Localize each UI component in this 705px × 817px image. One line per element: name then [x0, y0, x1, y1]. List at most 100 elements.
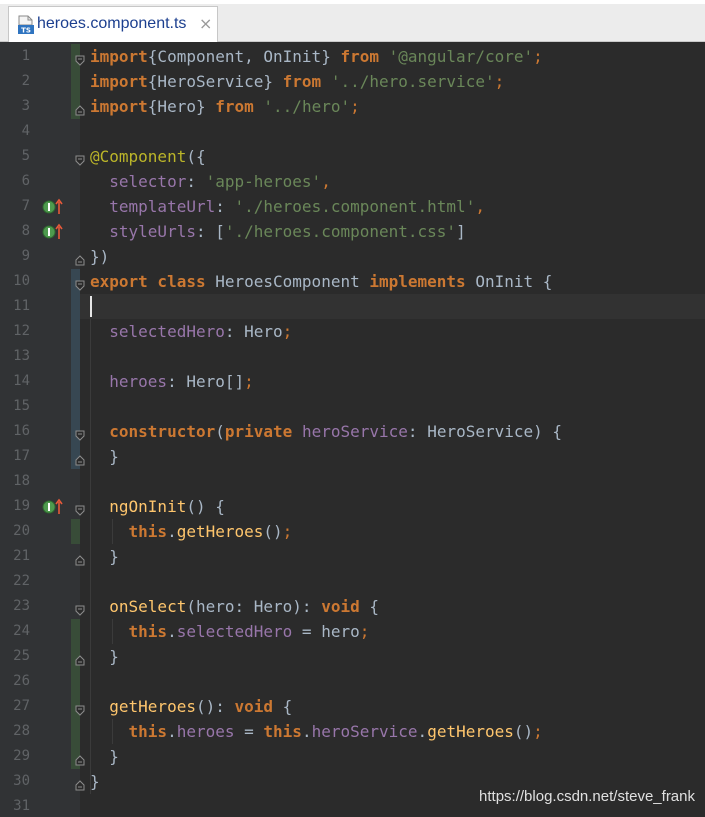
- fold-open-icon[interactable]: [75, 51, 85, 66]
- code-line[interactable]: }): [90, 244, 109, 269]
- code-token: constructor: [109, 422, 216, 441]
- code-token: ;: [533, 47, 543, 66]
- implements-override-icon[interactable]: [42, 198, 64, 216]
- fold-close-icon[interactable]: [75, 751, 85, 766]
- line-number: 26: [13, 673, 30, 689]
- line-number: 23: [13, 598, 30, 614]
- fold-close-icon[interactable]: [75, 776, 85, 791]
- code-token: void: [234, 697, 274, 716]
- line-number: 2: [21, 73, 30, 89]
- code-line[interactable]: import{Component, OnInit} from '@angular…: [90, 44, 543, 69]
- fold-open-icon[interactable]: [75, 151, 85, 166]
- fold-close-icon[interactable]: [75, 251, 85, 266]
- line-number: 11: [13, 298, 30, 314]
- line-number: 10: [13, 273, 30, 289]
- code-token: : HeroService) {: [407, 422, 563, 441]
- line-number: 19: [13, 498, 30, 514]
- code-token: (hero: Hero):: [186, 597, 322, 616]
- code-line[interactable]: import{HeroService} from '../hero.servic…: [90, 69, 504, 94]
- code-token: .: [167, 522, 177, 541]
- fold-open-icon[interactable]: [75, 601, 85, 616]
- code-token: implements: [369, 272, 466, 291]
- line-number: 24: [13, 623, 30, 639]
- code-token: import: [90, 72, 148, 91]
- line-number: 8: [21, 223, 30, 239]
- code-token: selectedHero: [109, 322, 225, 341]
- code-line[interactable]: }: [90, 769, 100, 794]
- line-number: 31: [13, 798, 30, 814]
- fold-open-icon[interactable]: [75, 276, 85, 291]
- code-token: .: [301, 722, 312, 741]
- code-line[interactable]: }: [90, 544, 119, 569]
- code-token: }: [90, 772, 100, 791]
- code-token: ({: [186, 147, 206, 166]
- code-token: {: [359, 597, 379, 616]
- implements-override-icon[interactable]: [42, 223, 64, 241]
- code-token: .: [417, 722, 428, 741]
- fold-close-icon[interactable]: [75, 551, 85, 566]
- code-token: :: [215, 197, 235, 216]
- code-line[interactable]: heroes: Hero[];: [90, 369, 254, 394]
- code-token: }: [90, 547, 119, 566]
- code-token: ;: [350, 97, 360, 116]
- code-line[interactable]: selectedHero: Hero;: [90, 319, 292, 344]
- code-token: '../hero.service': [330, 72, 495, 91]
- code-token: '../hero': [263, 97, 351, 116]
- fold-close-icon[interactable]: [75, 651, 85, 666]
- tab-heroes-component[interactable]: TS heroes.component.ts ×: [8, 6, 218, 42]
- line-number: 22: [13, 573, 30, 589]
- code-token: void: [321, 597, 360, 616]
- code-token: }: [90, 647, 119, 666]
- code-token: 'app-heroes': [205, 172, 322, 191]
- code-token: getHeroes: [109, 697, 196, 716]
- code-editor[interactable]: 1 2 3 4 5 6 7 8 9 10 11 12 13 14 15 16 17 18 19 20 21 22 23 24 2…: [0, 42, 705, 817]
- fold-open-icon[interactable]: [75, 701, 85, 716]
- code-token: import: [90, 47, 148, 66]
- code-line[interactable]: ngOnInit() {: [90, 494, 225, 519]
- line-number: 1: [21, 48, 30, 64]
- code-token: from: [340, 47, 379, 66]
- code-token: (: [215, 422, 225, 441]
- vcs-change-marker[interactable]: [71, 519, 80, 544]
- code-token: heroService: [301, 422, 408, 441]
- vcs-change-marker[interactable]: [71, 619, 80, 769]
- code-token: onSelect: [109, 597, 187, 616]
- code-line[interactable]: this.heroes = this.heroService.getHeroes…: [90, 719, 543, 744]
- code-token: heroes: [109, 372, 168, 391]
- close-icon[interactable]: ×: [199, 14, 212, 33]
- tab-label: heroes.component.ts: [37, 15, 187, 32]
- code-line[interactable]: getHeroes(): void {: [90, 694, 292, 719]
- fold-close-icon[interactable]: [75, 101, 85, 116]
- code-line[interactable]: templateUrl: './heroes.component.html',: [90, 194, 485, 219]
- code-line[interactable]: selector: 'app-heroes',: [90, 169, 331, 194]
- code-token: this: [128, 622, 168, 641]
- code-token: ;: [282, 522, 293, 541]
- code-line[interactable]: export class HeroesComponent implements …: [90, 269, 552, 294]
- fold-open-icon[interactable]: [75, 501, 85, 516]
- code-line[interactable]: this.selectedHero = hero;: [90, 619, 370, 644]
- code-line[interactable]: constructor(private heroService: HeroSer…: [90, 419, 562, 444]
- code-line[interactable]: }: [90, 444, 119, 469]
- code-line[interactable]: }: [90, 744, 119, 769]
- code-line[interactable]: onSelect(hero: Hero): void {: [90, 594, 379, 619]
- line-number: 28: [13, 723, 30, 739]
- code-line[interactable]: @Component({: [90, 144, 206, 169]
- code-token: selector: [109, 172, 187, 191]
- fold-close-icon[interactable]: [75, 451, 85, 466]
- code-token: ():: [195, 697, 235, 716]
- fold-open-icon[interactable]: [75, 426, 85, 441]
- code-line[interactable]: this.getHeroes();: [90, 519, 293, 544]
- implements-override-icon[interactable]: [42, 498, 64, 516]
- code-line[interactable]: import{Hero} from '../hero';: [90, 94, 360, 119]
- code-line[interactable]: }: [90, 644, 119, 669]
- text-caret: [90, 296, 92, 317]
- line-number: 12: [13, 323, 30, 339]
- code-line[interactable]: styleUrls: ['./heroes.component.css']: [90, 219, 465, 244]
